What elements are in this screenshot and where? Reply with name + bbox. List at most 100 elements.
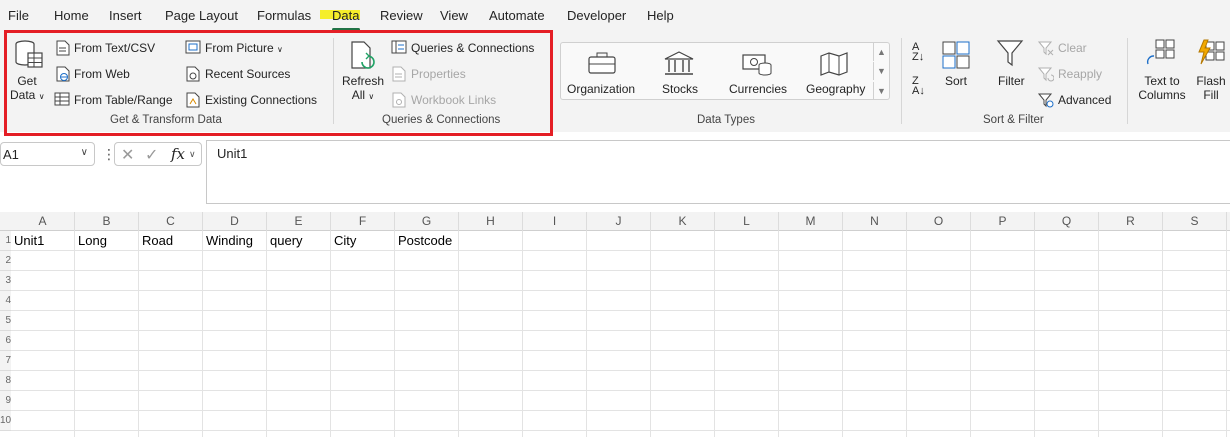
gridline-vertical <box>586 231 587 437</box>
stocks-button[interactable]: Stocks <box>662 82 698 96</box>
row-header-4[interactable]: 4 <box>0 291 11 311</box>
advanced-button[interactable]: Advanced <box>1058 93 1111 107</box>
currencies-button[interactable]: Currencies <box>729 82 787 96</box>
insert-function-button[interactable]: fx <box>171 145 185 163</box>
row-header-5[interactable]: 5 <box>0 311 11 331</box>
column-header-b[interactable]: B <box>75 212 139 231</box>
gridline-vertical <box>330 231 331 437</box>
tab-page-layout[interactable]: Page Layout <box>165 8 238 26</box>
column-header-a[interactable]: A <box>11 212 75 231</box>
tab-review[interactable]: Review <box>380 8 423 26</box>
chevron-down-icon[interactable]: ∨ <box>81 147 88 158</box>
flash-fill-label-1: Flash <box>1196 74 1226 88</box>
cell-f1[interactable]: City <box>331 231 395 251</box>
gallery-scroll-up-icon[interactable]: ▲ <box>873 43 889 61</box>
tab-home[interactable]: Home <box>54 8 89 26</box>
column-header-h[interactable]: H <box>459 212 523 231</box>
reapply-icon <box>1038 67 1054 82</box>
menu-bar: File Home Insert Page Layout Formulas Da… <box>0 0 1230 32</box>
annotation-highlight-box <box>4 30 553 136</box>
gallery-more-icon[interactable]: ▼ <box>873 82 889 100</box>
gridline-horizontal <box>11 330 1230 331</box>
group-separator <box>901 38 902 124</box>
row-header-6[interactable]: 6 <box>0 331 11 351</box>
column-header-k[interactable]: K <box>651 212 715 231</box>
column-header-n[interactable]: N <box>843 212 907 231</box>
column-header-q[interactable]: Q <box>1035 212 1099 231</box>
tab-help[interactable]: Help <box>647 8 674 26</box>
formula-input[interactable]: Unit1 <box>206 140 1230 204</box>
tab-developer[interactable]: Developer <box>567 8 626 26</box>
data-types-gallery: Organization Stocks Currencies Geography <box>560 42 890 100</box>
spreadsheet-grid: ABCDEFGHIJKLMNOPQRS 1 2 3 4 5 6 7 8 9 10 Unit1 Lon… <box>0 212 1230 437</box>
organization-button[interactable]: Organization <box>567 82 635 96</box>
gridline-horizontal <box>11 410 1230 411</box>
enter-icon[interactable]: ✓ <box>145 145 158 165</box>
filter-button[interactable]: Filter <box>998 74 1025 88</box>
column-header-i[interactable]: I <box>523 212 587 231</box>
cell-d1[interactable]: Winding <box>203 231 267 251</box>
geography-button[interactable]: Geography <box>806 82 865 96</box>
row-header-8[interactable]: 8 <box>0 371 11 391</box>
flash-fill-button[interactable]: Flash Fill <box>1194 74 1228 102</box>
cell-g1[interactable]: Postcode <box>395 231 459 251</box>
row-header-10[interactable]: 10 <box>0 411 11 431</box>
group-label-data-types: Data Types <box>697 114 755 126</box>
column-header-m[interactable]: M <box>779 212 843 231</box>
column-header-row: ABCDEFGHIJKLMNOPQRS <box>0 212 1230 231</box>
cell-a1[interactable]: Unit1 <box>11 231 75 251</box>
gridline-vertical <box>906 231 907 437</box>
column-header-o[interactable]: O <box>907 212 971 231</box>
column-header-d[interactable]: D <box>203 212 267 231</box>
cell-c1[interactable]: Road <box>139 231 203 251</box>
cancel-icon[interactable]: ✕ <box>121 145 134 165</box>
column-header-s[interactable]: S <box>1163 212 1227 231</box>
column-header-g[interactable]: G <box>395 212 459 231</box>
gridline-vertical <box>1034 231 1035 437</box>
sort-button[interactable]: Sort <box>945 74 967 88</box>
cell-e1[interactable]: query <box>267 231 331 251</box>
sort-a-z-icon[interactable]: A Z↓ <box>912 42 924 63</box>
column-header-r[interactable]: R <box>1099 212 1163 231</box>
tab-formulas[interactable]: Formulas <box>257 8 311 26</box>
cell-b1[interactable]: Long <box>75 231 139 251</box>
text-to-columns-button[interactable]: Text to Columns <box>1136 74 1188 102</box>
column-header-l[interactable]: L <box>715 212 779 231</box>
column-header-f[interactable]: F <box>331 212 395 231</box>
row-header-9[interactable]: 9 <box>0 391 11 411</box>
sort-z-a-icon[interactable]: Z A↓ <box>912 76 925 97</box>
gridline-vertical <box>394 231 395 437</box>
tab-insert[interactable]: Insert <box>109 8 142 26</box>
sort-icon <box>942 41 970 69</box>
reapply-button[interactable]: Reapply <box>1058 67 1102 81</box>
row-header-7[interactable]: 7 <box>0 351 11 371</box>
tab-view[interactable]: View <box>440 8 468 26</box>
gridline-vertical <box>1162 231 1163 437</box>
clear-button[interactable]: Clear <box>1058 41 1087 55</box>
gridline-vertical <box>842 231 843 437</box>
gridline-vertical <box>266 231 267 437</box>
column-header-p[interactable]: P <box>971 212 1035 231</box>
column-header-j[interactable]: J <box>587 212 651 231</box>
group-label-sort-filter: Sort & Filter <box>983 114 1044 126</box>
column-header-c[interactable]: C <box>139 212 203 231</box>
name-box[interactable]: A1 ∨ <box>0 142 95 166</box>
formula-content: Unit1 <box>217 146 248 161</box>
gridline-horizontal <box>11 290 1230 291</box>
column-header-e[interactable]: E <box>267 212 331 231</box>
flash-fill-icon <box>1198 39 1225 65</box>
tab-data[interactable]: Data <box>332 8 359 26</box>
gridline-horizontal <box>11 430 1230 431</box>
chevron-down-icon[interactable]: ∨ <box>189 149 196 160</box>
row-header-2[interactable]: 2 <box>0 251 11 271</box>
row-header-1[interactable]: 1 <box>0 231 11 251</box>
filter-icon <box>996 40 1024 67</box>
map-icon <box>820 52 848 76</box>
gallery-scroll-down-icon[interactable]: ▼ <box>873 62 889 80</box>
name-box-value: A1 <box>3 147 19 162</box>
gridline-horizontal <box>11 270 1230 271</box>
tab-automate[interactable]: Automate <box>489 8 545 26</box>
gridline-vertical <box>1226 231 1227 437</box>
tab-file[interactable]: File <box>8 8 29 26</box>
row-header-3[interactable]: 3 <box>0 271 11 291</box>
